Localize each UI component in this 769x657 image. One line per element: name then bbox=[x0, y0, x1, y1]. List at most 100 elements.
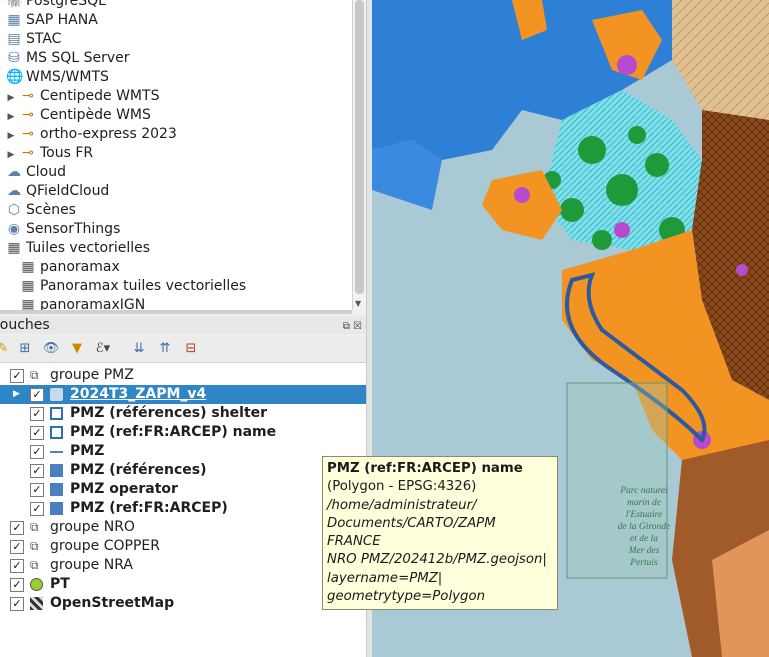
browser-item[interactable]: ▶ ⊸ Centipède WMS bbox=[6, 106, 151, 125]
browser-item[interactable]: ▦ Panoramax tuiles vectorielles bbox=[6, 277, 246, 296]
browser-horizontal-scrollbar[interactable] bbox=[0, 310, 352, 314]
expand-arrow-icon[interactable]: ▶ bbox=[13, 385, 20, 404]
browser-item[interactable]: ⛁ MS SQL Server bbox=[6, 49, 129, 68]
browser-item[interactable]: ☁ Cloud bbox=[6, 163, 66, 182]
filter-icon[interactable]: ▼ bbox=[68, 341, 86, 357]
layer-row[interactable]: ✓ PMZ (références) shelter bbox=[0, 404, 366, 423]
layer-visibility-checkbox[interactable]: ✓ bbox=[10, 559, 24, 573]
close-panel-icon[interactable]: ☒ bbox=[353, 321, 362, 332]
browser-item[interactable]: 🐘 PostgreSQL bbox=[6, 0, 106, 11]
scrollbar-thumb[interactable] bbox=[355, 0, 364, 294]
postgresql-icon: 🐘 bbox=[6, 0, 24, 9]
park-label-3: l'Estuaire bbox=[626, 510, 663, 520]
browser-item[interactable]: ▦ SAP HANA bbox=[6, 11, 98, 30]
layer-label: PMZ (références) shelter bbox=[70, 405, 268, 421]
tooltip-geometry: (Polygon - EPSG:4326) bbox=[327, 479, 477, 495]
layer-visibility-checkbox[interactable]: ✓ bbox=[10, 369, 24, 383]
layer-label: OpenStreetMap bbox=[50, 595, 175, 611]
tooltip-path-4: layername=PMZ| bbox=[327, 570, 443, 586]
layer-row[interactable]: ✓ PMZ (ref:FR:ARCEP) name bbox=[0, 423, 366, 442]
browser-item-label: SAP HANA bbox=[26, 12, 98, 28]
layer-row[interactable]: ▶ ✓ 2024T3_ZAPM_v4 bbox=[0, 385, 366, 404]
layer-row[interactable]: ✓ PMZ operator bbox=[0, 480, 366, 499]
expression-filter-icon[interactable]: ℰ▾ bbox=[94, 341, 112, 357]
layer-visibility-checkbox[interactable]: ✓ bbox=[30, 445, 44, 459]
outline-symbol-icon bbox=[50, 426, 63, 439]
tooltip-path-5: geometrytype=Polygon bbox=[327, 589, 486, 605]
layer-visibility-checkbox[interactable]: ✓ bbox=[30, 426, 44, 440]
layer-visibility-checkbox[interactable]: ✓ bbox=[30, 464, 44, 478]
cloud-icon: ☁ bbox=[7, 164, 21, 180]
browser-item-label: Centipède WMS bbox=[40, 107, 151, 123]
sap-hana-icon: ▦ bbox=[7, 12, 21, 28]
float-panel-icon[interactable]: ⧉ bbox=[343, 321, 350, 332]
layer-visibility-checkbox[interactable]: ✓ bbox=[30, 483, 44, 497]
group-icon: ⧉ bbox=[30, 520, 39, 534]
browser-item-label: ortho-express 2023 bbox=[40, 126, 177, 142]
layer-visibility-checkbox[interactable]: ✓ bbox=[10, 578, 24, 592]
vector-tiles-icon: ▦ bbox=[21, 297, 35, 310]
group-icon: ⧉ bbox=[30, 368, 39, 382]
stac-icon: ▤ bbox=[7, 31, 21, 47]
browser-item[interactable]: ◉ SensorThings bbox=[6, 220, 120, 239]
layer-label: PMZ (références) bbox=[70, 462, 207, 478]
layer-label: groupe NRA bbox=[50, 557, 133, 573]
mssql-icon: ⛁ bbox=[8, 50, 20, 66]
layers-tree: ✓ ⧉ groupe PMZ ▶ ✓ 2024T3_ZAPM_v4 ✓ PMZ (référe… bbox=[0, 363, 366, 657]
layer-visibility-checkbox[interactable]: ✓ bbox=[10, 540, 24, 554]
layer-row[interactable]: ✓ ⧉ groupe COPPER bbox=[0, 537, 366, 556]
browser-scrollbar[interactable]: ▼ bbox=[352, 0, 367, 310]
wms-connection-icon: ⊸ bbox=[22, 126, 34, 142]
layer-label: PMZ (ref:FR:ARCEP) bbox=[70, 500, 228, 516]
layer-tooltip: PMZ (ref:FR:ARCEP) name (Polygon - EPSG:… bbox=[322, 456, 558, 611]
park-label-1: Parc naturel bbox=[619, 486, 668, 496]
browser-item[interactable]: ▦ panoramax bbox=[6, 258, 119, 277]
layer-row[interactable]: ✓ PT bbox=[0, 575, 366, 594]
remove-layer-icon[interactable]: ⊟ bbox=[182, 341, 200, 357]
wms-connection-icon: ⊸ bbox=[22, 107, 34, 123]
browser-item[interactable]: ▤ STAC bbox=[6, 30, 61, 49]
layer-row[interactable]: ✓ ⧉ groupe PMZ bbox=[0, 366, 366, 385]
panel-buttons: ⧉ ☒ bbox=[343, 318, 362, 336]
browser-item[interactable]: ▶ ⊸ ortho-express 2023 bbox=[6, 125, 177, 144]
browser-item-label: SensorThings bbox=[26, 221, 121, 237]
layer-visibility-checkbox[interactable]: ✓ bbox=[30, 407, 44, 421]
visibility-icon[interactable]: 👁 bbox=[42, 341, 60, 357]
layer-label: PMZ bbox=[70, 443, 105, 459]
browser-item[interactable]: ▶ ⊸ Tous FR bbox=[6, 144, 94, 163]
globe-icon: 🌐 bbox=[6, 69, 24, 85]
style-panel-icon[interactable]: ✎ bbox=[0, 341, 12, 357]
collapse-all-icon[interactable]: ⇈ bbox=[156, 341, 174, 357]
park-label-2: marin de bbox=[627, 498, 661, 508]
layer-visibility-checkbox[interactable]: ✓ bbox=[10, 521, 24, 535]
browser-item-label: Panoramax tuiles vectorielles bbox=[40, 278, 247, 294]
layer-row[interactable]: ✓ PMZ bbox=[0, 442, 366, 461]
browser-item-label: panoramaxIGN bbox=[40, 297, 146, 310]
browser-item[interactable]: ▦ Tuiles vectorielles bbox=[6, 239, 150, 258]
layer-row[interactable]: ✓ PMZ (références) bbox=[0, 461, 366, 480]
expand-all-icon[interactable]: ⇊ bbox=[130, 341, 148, 357]
layer-row[interactable]: ✓ ⧉ groupe NRO bbox=[0, 518, 366, 537]
vector-tiles-icon: ▦ bbox=[21, 278, 35, 294]
cube-icon: ⬡ bbox=[7, 202, 21, 218]
layer-row[interactable]: ✓ ⧉ groupe NRA bbox=[0, 556, 366, 575]
outline-symbol-icon bbox=[50, 407, 63, 420]
layer-row[interactable]: ✓ OpenStreetMap bbox=[0, 594, 366, 613]
cloud-icon: ☁ bbox=[7, 183, 21, 199]
scroll-down-arrow-icon[interactable]: ▼ bbox=[355, 299, 361, 308]
browser-item[interactable]: 🌐 WMS/WMTS bbox=[6, 68, 109, 87]
browser-item[interactable]: ⬡ Scènes bbox=[6, 201, 76, 220]
layer-visibility-checkbox[interactable]: ✓ bbox=[30, 502, 44, 516]
layer-label: PMZ operator bbox=[70, 481, 178, 497]
fill-symbol-icon bbox=[50, 502, 63, 515]
browser-item[interactable]: ▦ panoramaxIGN bbox=[6, 296, 145, 310]
layers-panel-title-bar: Couches ⧉ ☒ bbox=[0, 316, 366, 334]
add-group-icon[interactable]: ⊞ bbox=[16, 341, 34, 357]
tooltip-path-2: Documents/CARTO/ZAPM FRANCE bbox=[327, 515, 496, 550]
layer-visibility-checkbox[interactable]: ✓ bbox=[30, 388, 44, 402]
layer-row[interactable]: ✓ PMZ (ref:FR:ARCEP) bbox=[0, 499, 366, 518]
browser-item[interactable]: ☁ QFieldCloud bbox=[6, 182, 109, 201]
browser-item[interactable]: ▶ ⊸ Centipede WMTS bbox=[6, 87, 160, 106]
line-symbol-icon bbox=[50, 451, 63, 453]
layer-visibility-checkbox[interactable]: ✓ bbox=[10, 597, 24, 611]
